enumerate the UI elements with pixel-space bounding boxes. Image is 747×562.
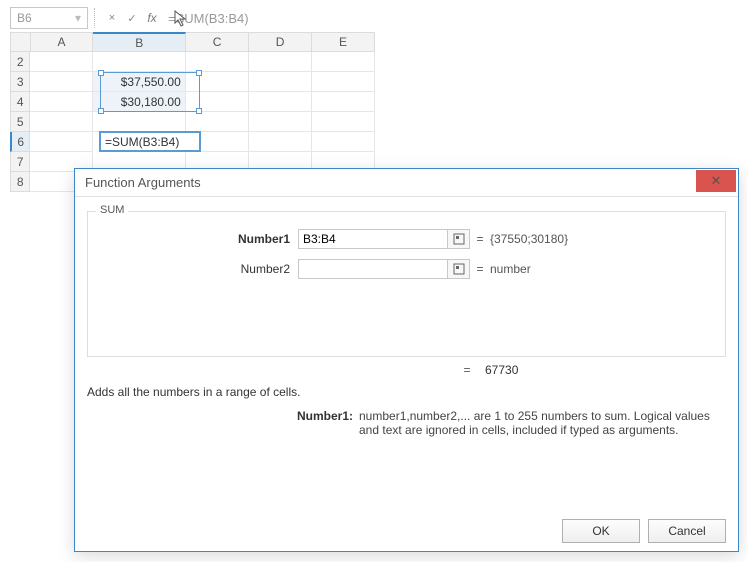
row-header[interactable]: 7 bbox=[10, 152, 30, 172]
ok-button[interactable]: OK bbox=[562, 519, 640, 543]
row-header[interactable]: 8 bbox=[10, 172, 30, 192]
function-arguments-dialog: Function Arguments ✕ SUM Number1 = {3755… bbox=[74, 168, 739, 552]
range-picker-button[interactable] bbox=[448, 229, 470, 249]
row-header[interactable]: 2 bbox=[10, 52, 30, 72]
name-box-value: B6 bbox=[17, 11, 32, 25]
argument-row: Number2 = number bbox=[98, 256, 715, 282]
function-description: Adds all the numbers in a range of cells… bbox=[87, 385, 726, 399]
fx-button[interactable]: fx bbox=[143, 9, 161, 27]
result-equals: = bbox=[457, 363, 477, 377]
chevron-down-icon: ▾ bbox=[75, 11, 81, 25]
arg2-input[interactable] bbox=[298, 259, 448, 279]
param-help-name: Number1: bbox=[87, 409, 359, 437]
col-header-E[interactable]: E bbox=[312, 32, 375, 52]
name-box[interactable]: B6 ▾ bbox=[10, 7, 88, 29]
arg1-label: Number1 bbox=[98, 232, 298, 246]
arg1-input[interactable] bbox=[298, 229, 448, 249]
cancel-formula-button[interactable]: × bbox=[103, 9, 121, 27]
result-value: 67730 bbox=[485, 363, 518, 377]
col-header-A[interactable]: A bbox=[31, 32, 94, 52]
arg2-label: Number2 bbox=[98, 262, 298, 276]
select-all-corner[interactable] bbox=[10, 32, 31, 52]
arg2-evaluated: number bbox=[490, 262, 531, 276]
argument-row: Number1 = {37550;30180} bbox=[98, 226, 715, 252]
equals-sign: = bbox=[470, 262, 490, 276]
equals-sign: = bbox=[470, 232, 490, 246]
param-help-text: number1,number2,... are 1 to 255 numbers… bbox=[359, 409, 726, 437]
col-header-B[interactable]: B bbox=[93, 32, 186, 52]
dialog-title: Function Arguments bbox=[85, 175, 201, 190]
row-header[interactable]: 4 bbox=[10, 92, 30, 112]
close-icon: ✕ bbox=[711, 173, 722, 189]
cell-B3[interactable]: $37,550.00 bbox=[93, 72, 185, 92]
range-picker-icon bbox=[453, 263, 465, 275]
range-picker-button[interactable] bbox=[448, 259, 470, 279]
col-header-D[interactable]: D bbox=[249, 32, 312, 52]
function-name-legend: SUM bbox=[96, 204, 128, 216]
range-picker-icon bbox=[453, 233, 465, 245]
active-cell-B6[interactable]: =SUM(B3:B4) bbox=[99, 131, 201, 152]
arguments-group: SUM Number1 = {37550;30180} Number2 = nu… bbox=[87, 211, 726, 357]
cell-B4[interactable]: $30,180.00 bbox=[93, 92, 185, 112]
formula-bar-text[interactable]: =SUM(B3:B4) bbox=[168, 11, 249, 26]
row-header[interactable]: 5 bbox=[10, 112, 30, 132]
separator bbox=[94, 8, 98, 28]
row-header[interactable]: 6 bbox=[10, 132, 30, 152]
cancel-button[interactable]: Cancel bbox=[648, 519, 726, 543]
col-header-C[interactable]: C bbox=[186, 32, 249, 52]
accept-formula-button[interactable]: ✓ bbox=[123, 9, 141, 27]
close-button[interactable]: ✕ bbox=[696, 170, 736, 192]
arg1-evaluated: {37550;30180} bbox=[490, 232, 568, 246]
dialog-titlebar[interactable]: Function Arguments ✕ bbox=[75, 169, 738, 197]
row-header[interactable]: 3 bbox=[10, 72, 30, 92]
